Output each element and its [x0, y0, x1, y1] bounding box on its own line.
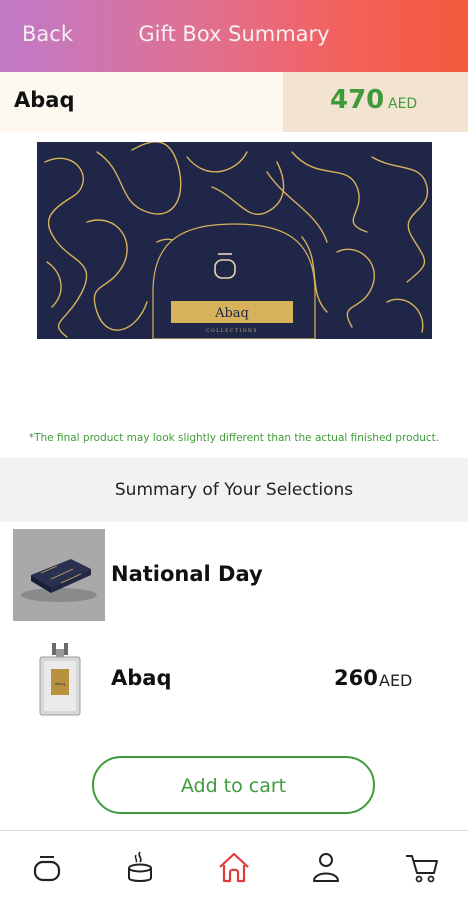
- bottom-tab-bar: [0, 830, 468, 901]
- selection-item-currency: AED: [379, 671, 413, 690]
- total-price-box: 470 AED: [283, 72, 468, 132]
- summary-title: Summary of Your Selections: [114, 480, 354, 500]
- selection-item-name: Abaq: [111, 666, 172, 690]
- product-name: Abaq: [14, 88, 75, 112]
- bottle-label-text: Abaq: [54, 681, 66, 686]
- product-header: Abaq 470 AED: [0, 72, 468, 132]
- selection-item-name: National Day: [111, 562, 263, 586]
- cart-icon[interactable]: [402, 847, 442, 887]
- perfume-bottle-image: Abaq: [39, 643, 81, 716]
- box-label-text: Abaq: [214, 306, 249, 321]
- add-to-cart-label: Add to cart: [180, 775, 287, 797]
- summary-section-header: Summary of Your Selections: [0, 458, 468, 522]
- total-price: 470: [330, 85, 385, 115]
- add-to-cart-button[interactable]: Add to cart: [92, 756, 375, 814]
- selection-item-price: 260: [334, 666, 378, 690]
- box-sublabel-text: COLLECTIONS: [206, 328, 258, 334]
- disclaimer-text: *The final product may look slightly dif…: [28, 432, 440, 444]
- brand-logo-icon[interactable]: [27, 847, 67, 887]
- page-title: Gift Box Summary: [138, 22, 330, 46]
- total-currency: AED: [388, 96, 418, 112]
- app-header: Back Gift Box Summary: [0, 0, 468, 72]
- home-icon[interactable]: [214, 847, 254, 887]
- gift-box-preview-image: Abaq COLLECTIONS: [37, 142, 432, 339]
- candle-icon[interactable]: [120, 847, 160, 887]
- box-thumbnail-image: [13, 529, 105, 621]
- user-icon[interactable]: [306, 847, 346, 887]
